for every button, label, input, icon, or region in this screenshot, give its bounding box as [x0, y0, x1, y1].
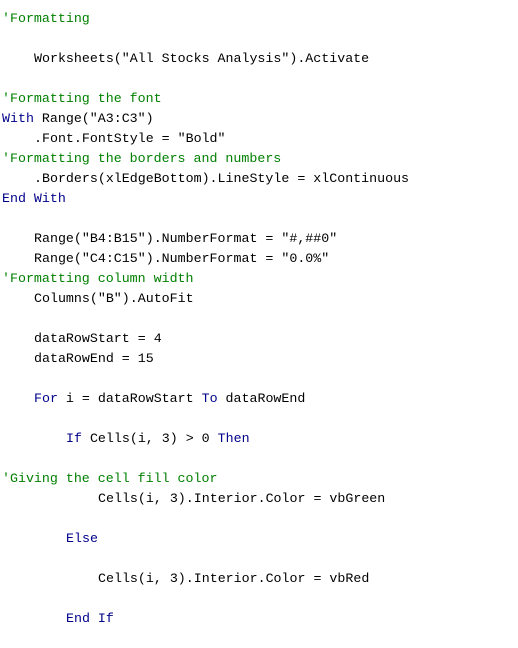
code-token-plain: dataRowEnd [217, 391, 306, 406]
code-token-keyword: To [201, 391, 218, 406]
code-token-plain: Range("C4:C15").NumberFormat = "0.0%" [34, 251, 330, 266]
code-line[interactable]: With Range("A3:C3") [2, 109, 154, 129]
code-line[interactable]: Cells(i, 3).Interior.Color = vbRed [98, 569, 369, 589]
code-token-plain: Range("A3:C3") [33, 111, 154, 126]
code-token-keyword: End With [2, 191, 66, 206]
code-token-keyword: Then [217, 431, 250, 446]
code-line[interactable]: 'Formatting column width [2, 269, 194, 289]
code-line[interactable]: 'Formatting the font [2, 89, 162, 109]
code-token-plain: Worksheets("All Stocks Analysis").Activa… [34, 51, 370, 66]
code-token-plain: dataRowStart = 4 [34, 331, 162, 346]
code-token-keyword: With [2, 111, 34, 126]
code-token-comment: 'Formatting [2, 11, 90, 26]
code-line[interactable]: Cells(i, 3).Interior.Color = vbGreen [98, 489, 385, 509]
code-line[interactable]: Columns("B").AutoFit [34, 289, 194, 309]
code-token-keyword: End If [66, 611, 114, 626]
code-line[interactable]: dataRowEnd = 15 [34, 349, 154, 369]
code-line[interactable]: dataRowStart = 4 [34, 329, 162, 349]
code-token-plain: .Borders(xlEdgeBottom).LineStyle = xlCon… [34, 171, 410, 186]
code-line[interactable]: Range("B4:B15").NumberFormat = "#,##0" [34, 229, 337, 249]
code-token-plain: i = dataRowStart [57, 391, 202, 406]
code-line[interactable]: End With [2, 189, 66, 209]
code-editor[interactable]: 'Formatting Worksheets("All Stocks Analys… [0, 0, 518, 648]
code-line[interactable]: .Borders(xlEdgeBottom).LineStyle = xlCon… [34, 169, 409, 189]
code-token-comment: 'Formatting the borders and numbers [2, 151, 282, 166]
code-token-plain: Cells(i, 3).Interior.Color = vbRed [98, 571, 370, 586]
code-token-plain: .Font.FontStyle = "Bold" [34, 131, 226, 146]
code-line[interactable]: Worksheets("All Stocks Analysis").Activa… [34, 49, 369, 69]
code-token-plain: Cells(i, 3) > 0 [81, 431, 218, 446]
code-line[interactable]: Else [66, 529, 98, 549]
code-token-plain: Cells(i, 3).Interior.Color = vbGreen [98, 491, 386, 506]
code-token-keyword: Else [66, 531, 98, 546]
code-token-comment: 'Formatting column width [2, 271, 194, 286]
code-line[interactable]: .Font.FontStyle = "Bold" [34, 129, 226, 149]
code-token-keyword: If [66, 431, 82, 446]
code-line[interactable]: Range("C4:C15").NumberFormat = "0.0%" [34, 249, 329, 269]
code-token-plain: Columns("B").AutoFit [34, 291, 194, 306]
code-line[interactable]: 'Formatting the borders and numbers [2, 149, 281, 169]
code-token-plain: dataRowEnd = 15 [34, 351, 154, 366]
code-token-comment: 'Giving the cell fill color [2, 471, 218, 486]
code-line[interactable]: 'Giving the cell fill color [2, 469, 217, 489]
code-token-keyword: For [34, 391, 58, 406]
code-token-plain: Range("B4:B15").NumberFormat = "#,##0" [34, 231, 338, 246]
code-line[interactable]: If Cells(i, 3) > 0 Then [66, 429, 250, 449]
code-line[interactable]: End If [66, 609, 114, 629]
code-line[interactable]: 'Formatting [2, 9, 90, 29]
code-token-comment: 'Formatting the font [2, 91, 162, 106]
code-line[interactable]: For i = dataRowStart To dataRowEnd [34, 389, 305, 409]
